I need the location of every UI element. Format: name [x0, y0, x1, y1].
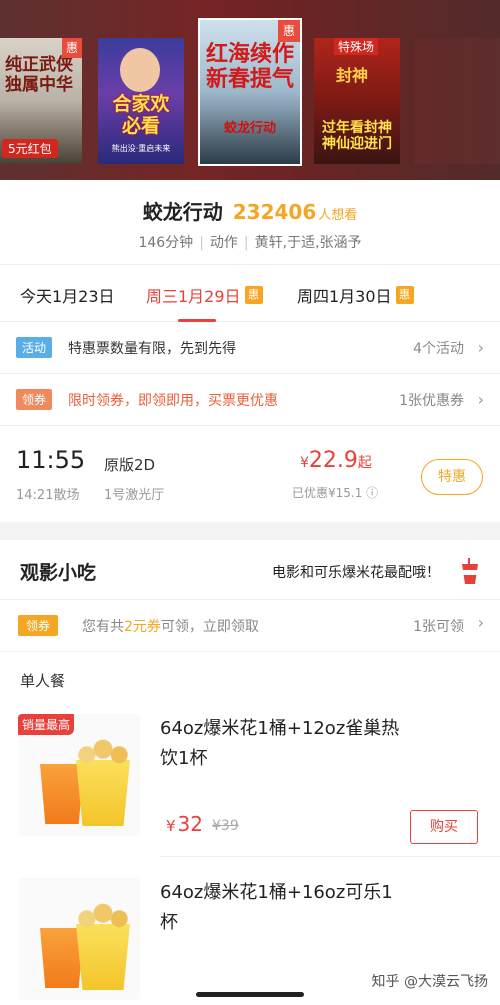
showtime-end: 14:21散场 — [16, 488, 80, 503]
poster-4-logo: 封神 — [336, 66, 369, 85]
poster-2-character — [120, 48, 160, 92]
movie-genre: 动作 — [209, 235, 238, 251]
poster-4[interactable]: 特殊场 封神 过年看封神 神仙迎进门 — [314, 38, 400, 164]
snack-item-name: 64oz爆米花1桶+16oz可乐1杯 — [160, 882, 393, 933]
poster-3-discount-badge: 惠 — [278, 20, 300, 42]
date-tab-thu[interactable]: 周四1月30日 惠 — [297, 283, 414, 307]
popcorn-icon — [76, 902, 130, 930]
poster-3-subtitle: 蛟龙行动 — [223, 121, 276, 136]
date-tab-label: 今天1月23日 — [20, 287, 115, 306]
coupon-count: 1张优惠券 — [399, 392, 464, 409]
showtime-start: 11:55 — [16, 446, 86, 474]
watermark: 知乎 @大漠云飞扬 — [371, 974, 488, 990]
movie-duration: 146分钟 — [138, 235, 194, 251]
currency-symbol: ¥ — [300, 455, 309, 471]
movie-meta: 146分钟 | 动作 | 黄轩,于适,张涵予 — [0, 232, 500, 252]
poster-2-title: 合家欢 必看 — [112, 93, 170, 137]
date-tabs: 今天1月23日 周三1月29日 惠 周四1月30日 惠 — [0, 264, 500, 322]
date-tab-label: 周四1月30日 — [297, 287, 392, 306]
currency-symbol: ¥ — [166, 817, 176, 835]
price-value: 22.9 — [308, 448, 358, 473]
cola-cup-icon — [462, 558, 478, 584]
movie-info: 蛟龙行动 232406 人想看 146分钟 | 动作 | 黄轩,于适,张涵予 — [0, 180, 500, 264]
poster-4-tag: 特殊场 — [334, 38, 379, 55]
want-count: 232406 — [232, 200, 317, 224]
snack-coupon-text: 您有共2元券可领，立即领取 — [82, 619, 259, 635]
meta-separator: | — [199, 235, 204, 251]
poster-1[interactable]: 纯正武侠 独属中华 惠 5元红包 — [0, 38, 82, 164]
activity-row[interactable]: 活动 特惠票数量有限，先到先得 4个活动 › — [0, 322, 500, 374]
snack-coupon-count: 1张可领 — [413, 619, 464, 635]
discount-badge: 惠 — [244, 286, 263, 304]
buy-button[interactable]: 购买 — [410, 810, 478, 844]
chevron-right-icon: › — [477, 613, 484, 632]
home-indicator[interactable] — [196, 992, 304, 997]
showtime-row[interactable]: 11:55 14:21散场 原版2D 1号激光厅 ¥22.9 起 已优惠¥15.1… — [0, 426, 500, 522]
snacks-title: 观影小吃 — [20, 562, 97, 584]
coupon-row[interactable]: 领券 限时领券，即领即用，买票更优惠 1张优惠券 › — [0, 374, 500, 426]
poster-1-discount-badge: 惠 — [62, 38, 82, 58]
poster-4-title: 过年看封神 神仙迎进门 — [322, 120, 392, 153]
date-tab-label: 周三1月29日 — [146, 287, 241, 306]
item-divider — [160, 856, 500, 857]
poster-3-selected[interactable]: 红海续作 新春提气 惠 蛟龙行动 — [198, 18, 302, 166]
poster-2[interactable]: 合家欢 必看 熊出没·重启未来 — [98, 38, 184, 164]
popcorn-icon — [76, 738, 130, 766]
chevron-right-icon: › — [477, 338, 484, 357]
snack-item-name: 64oz爆米花1桶+12oz雀巢热饮1杯 — [160, 718, 400, 769]
popcorn-combo-image: 销量最高 — [18, 714, 140, 836]
popcorn-combo-image — [18, 878, 140, 1000]
movie-name: 蛟龙行动 — [142, 200, 223, 224]
price-value: 32 — [177, 812, 203, 836]
activity-badge: 活动 — [16, 337, 53, 358]
snack-item-original-price: ¥39 — [212, 818, 239, 834]
activity-text: 特惠票数量有限，先到先得 — [68, 340, 237, 357]
poster-5-partial[interactable] — [414, 38, 500, 164]
snacks-slogan: 电影和可乐爆米花最配哦！ — [272, 565, 440, 581]
snacks-header: 观影小吃 电影和可乐爆米花最配哦！ — [0, 540, 500, 600]
poster-carousel[interactable]: 纯正武侠 独属中华 惠 5元红包 合家欢 必看 熊出没·重启未来 红海续作 新春提气 … — [0, 0, 500, 180]
want-label: 人想看 — [318, 208, 358, 223]
best-seller-tag: 销量最高 — [18, 714, 75, 735]
poster-1-redpack: 5元红包 — [2, 139, 58, 158]
movie-cast: 黄轩,于适,张涵予 — [254, 235, 362, 251]
chevron-right-icon: › — [477, 390, 484, 409]
poster-1-title: 纯正武侠 独属中华 — [5, 55, 73, 95]
date-tab-wed[interactable]: 周三1月29日 惠 — [146, 283, 263, 307]
snack-coupon-badge: 领券 — [18, 615, 59, 636]
section-divider — [0, 522, 500, 540]
poster-2-subtitle: 熊出没·重启未来 — [111, 144, 171, 153]
showtime-discount: 已优惠¥15.1 ⓘ — [292, 486, 379, 500]
snack-item-price: ¥32 — [166, 812, 203, 836]
date-tab-today[interactable]: 今天1月23日 — [20, 283, 115, 307]
movie-title-line: 蛟龙行动 232406 人想看 — [0, 196, 500, 225]
snack-coupon-row[interactable]: 领券 您有共2元券可领，立即领取 1张可领 › — [0, 600, 500, 652]
poster-3-title: 红海续作 新春提气 — [205, 42, 294, 93]
coupon-text: 限时领券，即领即用，买票更优惠 — [68, 392, 279, 409]
popcorn-bucket-icon — [76, 760, 130, 826]
price-suffix: 起 — [357, 455, 372, 471]
activity-count: 4个活动 — [413, 340, 464, 357]
showtime-hall: 1号激光厅 — [104, 488, 165, 503]
discount-badge: 惠 — [395, 286, 414, 304]
meta-separator: | — [243, 235, 249, 251]
special-offer-button[interactable]: 特惠 — [421, 459, 483, 495]
coupon-badge: 领券 — [16, 389, 53, 410]
showtime-version: 原版2D — [104, 456, 156, 474]
single-meal-label: 单人餐 — [20, 672, 66, 690]
popcorn-bucket-icon — [76, 924, 130, 990]
showtime-price: ¥22.9 起 — [300, 448, 372, 473]
